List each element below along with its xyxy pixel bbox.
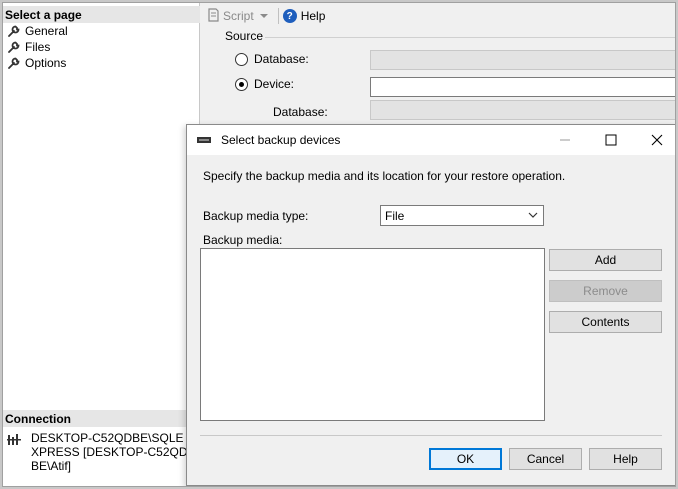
chevron-down-icon: [528, 212, 538, 218]
help-icon: ?: [282, 9, 297, 23]
remove-button[interactable]: Remove: [549, 280, 662, 302]
backup-media-label: Backup media:: [203, 233, 283, 247]
maximize-icon: [605, 134, 617, 146]
wrench-icon: [7, 40, 21, 54]
chevron-down-icon: [259, 14, 268, 18]
connection-text: DESKTOP-C52QDBE\SQLEXPRESS [DESKTOP-C52Q…: [31, 431, 188, 473]
connection-info: DESKTOP-C52QDBE\SQLEXPRESS [DESKTOP-C52Q…: [7, 431, 197, 473]
dialog-description: Specify the backup media and its locatio…: [203, 169, 566, 183]
device-radio[interactable]: Device:: [235, 77, 294, 91]
ok-button[interactable]: OK: [429, 448, 502, 470]
script-label: Script: [223, 9, 254, 23]
backup-media-list[interactable]: [200, 248, 545, 421]
close-button[interactable]: [634, 125, 675, 155]
maximize-button[interactable]: [588, 125, 634, 155]
script-icon: [207, 7, 219, 25]
toolbar: Script ? Help: [201, 3, 675, 29]
close-icon: [651, 134, 663, 146]
database-radio-label: Database:: [254, 52, 309, 66]
dialog-separator: [200, 435, 662, 436]
minimize-button[interactable]: [542, 125, 588, 155]
radio-unselected: [235, 52, 248, 66]
database-radio[interactable]: Database:: [235, 52, 309, 66]
select-page-header: Select a page: [3, 6, 200, 23]
page-item-label: General: [25, 24, 68, 38]
media-type-value: File: [385, 208, 405, 223]
device-field[interactable]: [370, 77, 675, 97]
device-radio-label: Device:: [254, 77, 295, 91]
source-heading: Source: [225, 29, 264, 43]
add-button[interactable]: Add: [549, 249, 662, 271]
backup-device-icon: [197, 137, 211, 143]
connection-header: Connection: [3, 410, 200, 427]
database-sub-label: Database:: [273, 105, 328, 119]
minimize-icon: [560, 139, 570, 141]
script-button[interactable]: Script: [207, 7, 254, 25]
restore-database-window: Select a page General Files Options Conn…: [2, 2, 676, 487]
page-item-general[interactable]: General: [7, 23, 68, 39]
dialog-title: Select backup devices: [221, 133, 341, 147]
contents-button[interactable]: Contents: [549, 311, 662, 333]
page-item-label: Files: [25, 40, 51, 54]
select-backup-devices-dialog: Select backup devices Specify the backup…: [186, 124, 675, 486]
page-item-files[interactable]: Files: [7, 39, 50, 55]
cancel-button[interactable]: Cancel: [509, 448, 582, 470]
page-item-label: Options: [25, 56, 67, 70]
media-type-select[interactable]: File: [380, 205, 544, 226]
wrench-icon: [7, 56, 21, 70]
server-connection-icon: [7, 433, 23, 473]
page-item-options[interactable]: Options: [7, 55, 66, 71]
help-dialog-button[interactable]: Help: [589, 448, 662, 470]
toolbar-separator: [277, 8, 279, 24]
database-field: [370, 50, 675, 70]
script-dropdown-arrow[interactable]: [259, 13, 268, 19]
wrench-icon: [7, 24, 21, 38]
help-button[interactable]: ? Help: [282, 9, 326, 23]
help-label: Help: [300, 9, 326, 23]
radio-selected: [235, 77, 248, 91]
database-sub-field: [370, 100, 675, 120]
media-type-label: Backup media type:: [203, 209, 309, 223]
left-pane: Select a page General Files Options Conn…: [3, 3, 200, 486]
source-divider: [265, 37, 675, 38]
